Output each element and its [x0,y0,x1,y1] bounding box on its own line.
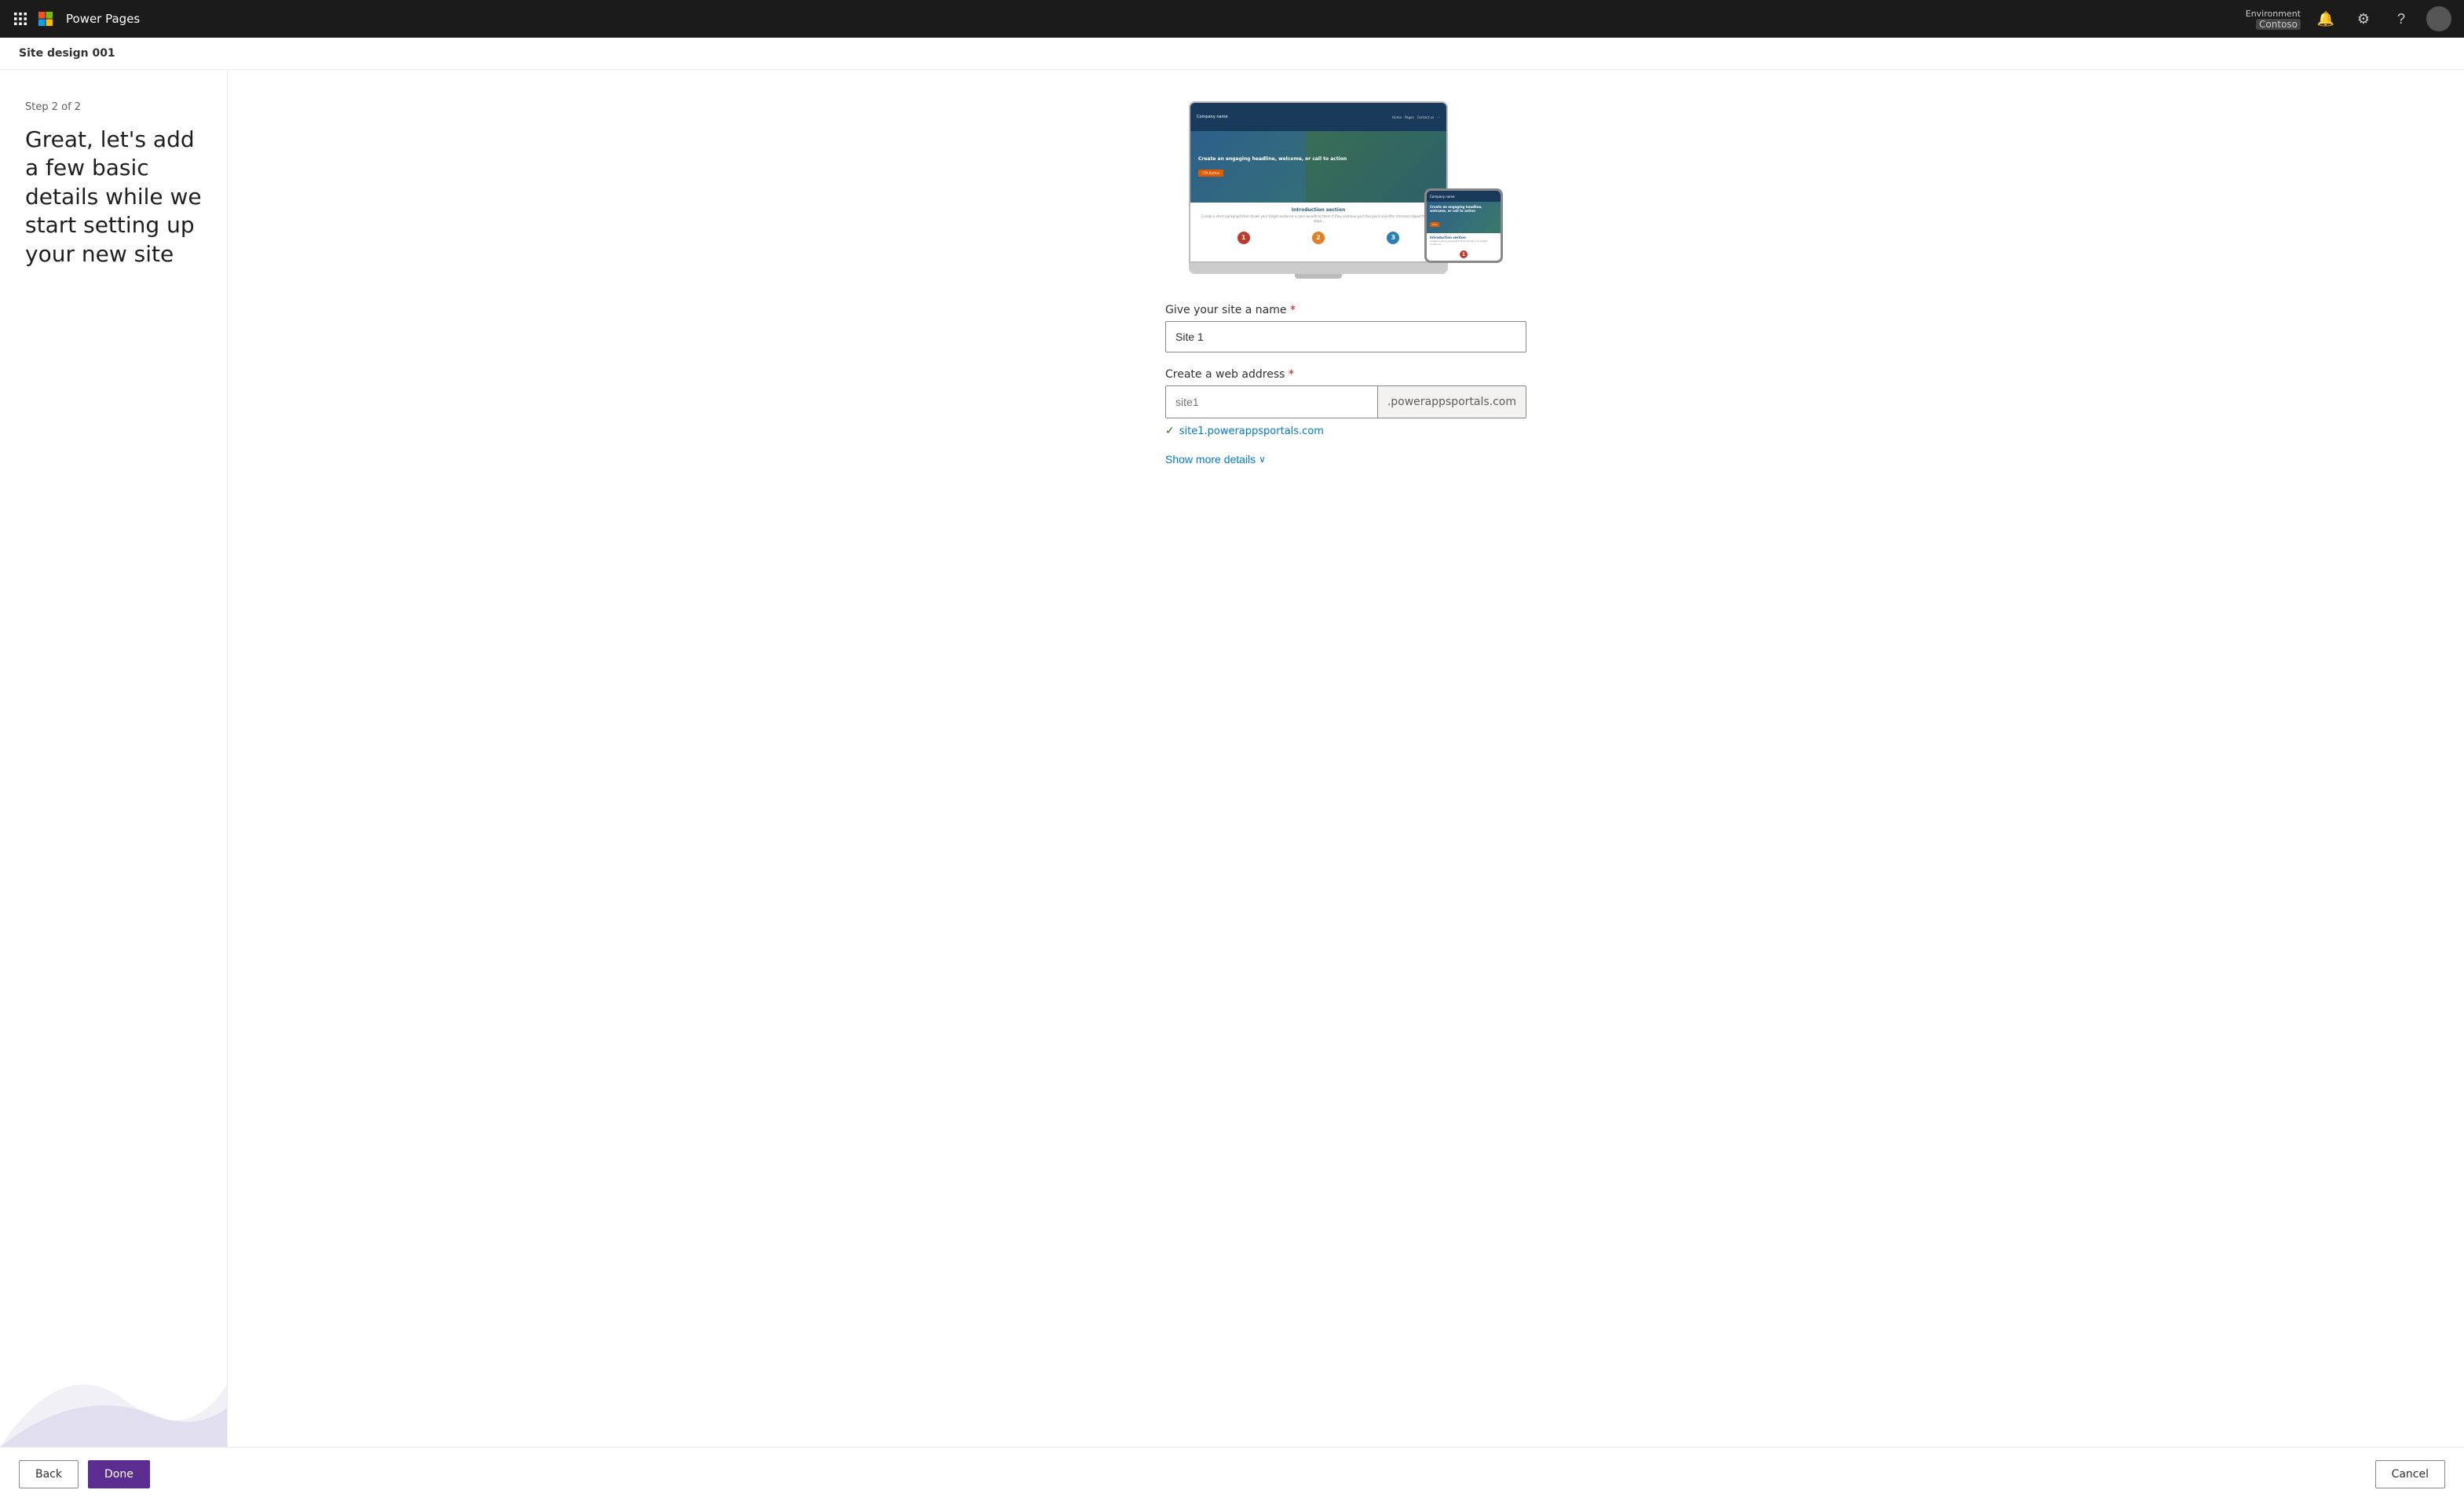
environment-value: Contoso [2256,19,2301,30]
show-more-details-button[interactable]: Show more details ∨ [1165,453,1266,466]
step-indicator: Step 2 of 2 [25,101,202,113]
web-address-suffix: .powerappsportals.com [1377,386,1526,418]
laptop-numbered-icons: 1 2 3 [1190,228,1446,247]
web-address-label: Create a web address * [1165,368,1526,381]
web-address-required: * [1289,368,1294,381]
show-more-label: Show more details [1165,453,1256,466]
back-button[interactable]: Back [19,1460,79,1488]
site-name-required: * [1290,304,1296,316]
help-button[interactable]: ? [2389,6,2414,31]
sidebar: Step 2 of 2 Great, let's add a few basic… [0,70,228,1447]
web-address-field: Create a web address * .powerappsportals… [1165,368,1526,437]
notification-button[interactable]: 🔔 [2313,6,2338,31]
web-address-input[interactable] [1166,386,1377,418]
laptop-mockup: Company name Home Pages Contact us ··· [1189,101,1448,279]
site-preview: Company name Home Pages Contact us ··· [1189,101,1503,279]
mobile-mockup: Company name Create an engaging headline… [1424,188,1503,263]
footer-right: Cancel [2375,1460,2445,1488]
top-navigation: Power Pages Environment Contoso 🔔 ⚙ ? [0,0,2464,38]
mobile-screen: Company name Create an engaging headline… [1424,188,1503,263]
page-footer: Back Done Cancel [0,1447,2464,1501]
validation-row: ✓ site1.powerappsportals.com [1165,425,1526,437]
site-name-field: Give your site a name * [1165,304,1526,352]
topnav-right-section: Environment Contoso 🔔 ⚙ ? [2246,6,2451,31]
settings-button[interactable]: ⚙ [2351,6,2376,31]
laptop-base [1189,263,1448,274]
laptop-stand [1295,274,1342,279]
main-layout: Step 2 of 2 Great, let's add a few basic… [0,70,2464,1447]
site-name-label: Give your site a name * [1165,304,1526,316]
user-avatar[interactable] [2426,6,2451,31]
app-name: Power Pages [66,12,140,26]
sidebar-decoration [0,1291,227,1447]
number-icon-3: 3 [1387,232,1399,244]
sidebar-heading: Great, let's add a few basic details whi… [25,126,202,268]
cancel-button[interactable]: Cancel [2375,1460,2445,1488]
apps-grid-icon[interactable] [13,11,28,27]
page-title: Site design 001 [19,47,115,60]
microsoft-logo [38,11,53,27]
laptop-company-name: Company name [1197,115,1228,119]
laptop-intro-title: Introduction section [1198,207,1439,213]
number-icon-2: 2 [1312,232,1325,244]
number-icon-1: 1 [1237,232,1250,244]
laptop-screen: Company name Home Pages Contact us ··· [1189,101,1448,263]
site-setup-form: Give your site a name * Create a web add… [1165,304,1526,466]
validation-check-icon: ✓ [1165,425,1175,437]
environment-section: Environment Contoso [2246,9,2301,30]
content-area: Company name Home Pages Contact us ··· [228,70,2464,1447]
mobile-number-icon-1: 1 [1460,250,1468,258]
site-name-input[interactable] [1165,321,1526,352]
chevron-down-icon: ∨ [1259,454,1266,465]
environment-label: Environment [2246,9,2301,19]
done-button[interactable]: Done [88,1460,150,1488]
laptop-hero-title: Create an engaging headline, welcome, or… [1198,156,1347,163]
laptop-intro-text: Create a short paragraph that shows your… [1198,214,1439,223]
web-address-wrapper: .powerappsportals.com [1165,385,1526,418]
page-header: Site design 001 [0,38,2464,70]
validation-url: site1.powerappsportals.com [1179,425,1324,437]
